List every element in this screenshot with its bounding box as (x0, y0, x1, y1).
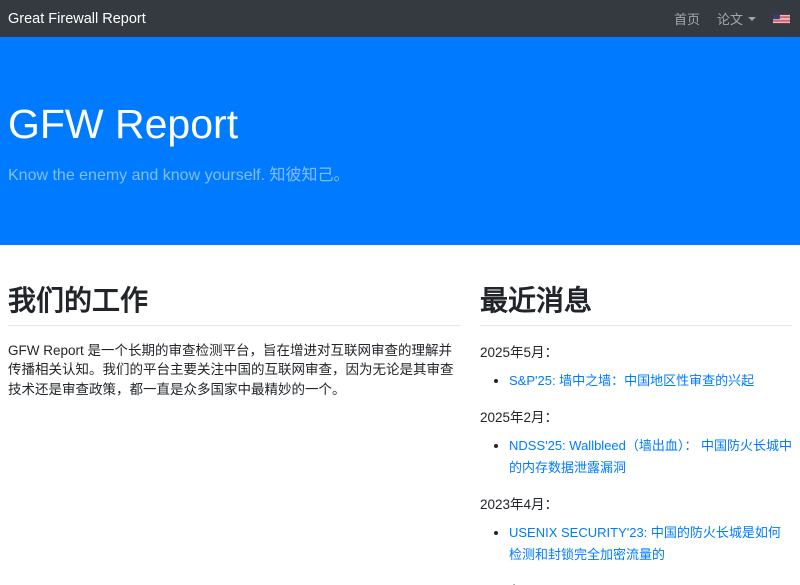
divider (480, 325, 792, 326)
navbar: Great Firewall Report 首页 论文 (0, 0, 800, 37)
brand-link[interactable]: Great Firewall Report (8, 11, 146, 27)
nav-item-papers-dropdown[interactable]: 论文 (717, 9, 756, 28)
divider (8, 325, 460, 326)
news-list: S&P'25: 墙中之墙：中国地区性审查的兴起 (480, 370, 792, 392)
news-date-label: 2025年2月： (480, 406, 792, 426)
news-link[interactable]: S&P'25: 墙中之墙：中国地区性审查的兴起 (509, 373, 754, 388)
hero-banner: GFW Report Know the enemy and know yours… (0, 37, 800, 245)
news-link[interactable]: USENIX SECURITY'23: 中国的防火长城是如何检测和封锁完全加密流… (509, 525, 781, 562)
main-content: 我们的工作 GFW Report 是一个长期的审查检测平台，旨在增进对互联网审查… (0, 284, 800, 585)
language-switch-button[interactable] (773, 13, 790, 25)
news-link[interactable]: NDSS'25: Wallbleed（墙出血）： 中国防火长城中的内存数据泄露漏… (509, 438, 792, 475)
news-date-label: 2025年5月： (480, 341, 792, 361)
navbar-menu: 首页 论文 (674, 9, 790, 28)
news-list: NDSS'25: Wallbleed（墙出血）： 中国防火长城中的内存数据泄露漏… (480, 435, 792, 479)
about-text: GFW Report 是一个长期的审查检测平台，旨在增进对互联网审查的理解并传播… (8, 341, 460, 400)
list-item: USENIX SECURITY'23: 中国的防火长城是如何检测和封锁完全加密流… (509, 522, 792, 566)
us-flag-icon (773, 13, 790, 25)
about-section: 我们的工作 GFW Report 是一个长期的审查检测平台，旨在增进对互联网审查… (8, 284, 460, 585)
list-item: S&P'25: 墙中之墙：中国地区性审查的兴起 (509, 370, 792, 392)
page-title: GFW Report (8, 103, 792, 146)
nav-item-home[interactable]: 首页 (674, 9, 700, 28)
news-date-label: 2023年4月： (480, 493, 792, 513)
list-item: NDSS'25: Wallbleed（墙出血）： 中国防火长城中的内存数据泄露漏… (509, 435, 792, 479)
news-section: 最近消息 2025年5月： S&P'25: 墙中之墙：中国地区性审查的兴起 20… (480, 284, 792, 585)
about-heading: 我们的工作 (8, 284, 460, 318)
chevron-down-icon (748, 17, 756, 21)
news-list: USENIX SECURITY'23: 中国的防火长城是如何检测和封锁完全加密流… (480, 522, 792, 566)
news-heading: 最近消息 (480, 284, 792, 318)
page-subtitle: Know the enemy and know yourself. 知彼知己。 (8, 161, 792, 185)
news-date-label: 2021年9月： (480, 580, 792, 585)
nav-item-papers-label: 论文 (717, 9, 743, 28)
